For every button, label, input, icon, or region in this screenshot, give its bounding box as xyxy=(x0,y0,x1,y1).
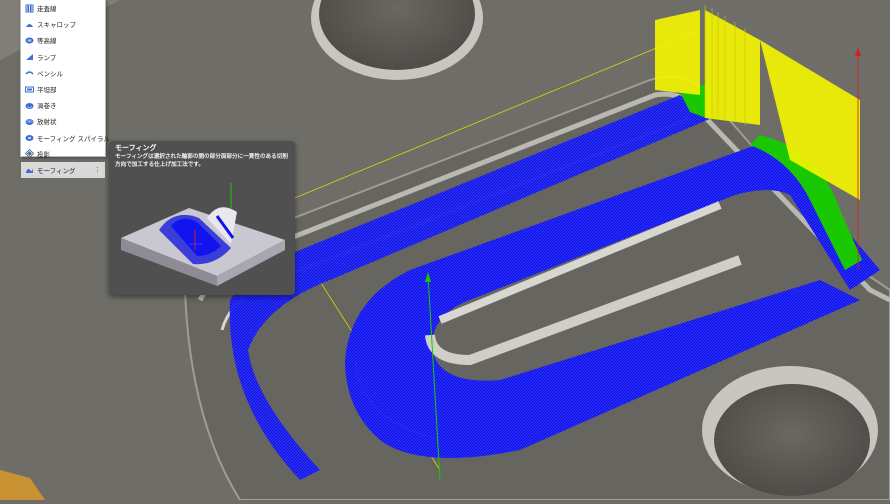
menu-item-label: 平坦部 xyxy=(37,86,57,95)
parallel-icon xyxy=(25,4,34,13)
more-options-icon[interactable]: ⋮ xyxy=(94,166,101,174)
pencil-icon xyxy=(25,71,34,75)
strategy-menu[interactable]: 走査線 スキャロップ 等高線 ランプ ペンシル 平坦部 渦巻き 放射状 モーフィ… xyxy=(20,0,110,179)
contour-icon xyxy=(25,37,34,44)
menu-item-parallel[interactable]: 走査線 xyxy=(21,0,105,16)
menu-item-label: モーフィング xyxy=(37,166,76,175)
radial-icon xyxy=(25,118,34,125)
menu-item-label: 走査線 xyxy=(37,5,57,14)
tooltip-description: モーフィングは選択された輪郭の間の部分面部分に一貫性のある切削方向で加工する仕上… xyxy=(115,154,288,168)
menu-item-label: 放射状 xyxy=(37,118,57,127)
menu-item-spiral[interactable]: 渦巻き xyxy=(21,97,105,113)
tooltip-title: モーフィング xyxy=(115,144,157,152)
menu-item-contour[interactable]: 等高線 xyxy=(21,32,105,48)
menu-item-ramp[interactable]: ランプ xyxy=(21,49,105,65)
menu-item-label: ランプ xyxy=(37,53,57,62)
menu-item-label: スキャロップ xyxy=(37,21,76,30)
scallop-icon xyxy=(26,23,33,27)
menu-item-label: 渦巻き xyxy=(37,102,57,111)
menu-item-project[interactable]: 投影 xyxy=(21,146,105,162)
menu-item-morphed-spiral[interactable]: モーフィング スパイラル xyxy=(21,130,110,146)
menu-item-label: ペンシル xyxy=(37,69,63,78)
menu-item-label: 投影 xyxy=(37,150,50,159)
menu-item-radial[interactable]: 放射状 xyxy=(21,113,105,129)
project-icon xyxy=(25,149,34,159)
morphed-spiral-icon xyxy=(25,135,34,142)
strategy-tooltip: モーフィング モーフィングは選択された輪郭の間の部分面部分に一貫性のある切削方向… xyxy=(109,141,295,295)
menu-item-flat[interactable]: 平坦部 xyxy=(21,81,105,97)
menu-item-label: 等高線 xyxy=(37,37,57,46)
menu-item-morph[interactable]: モーフィング ⋮ xyxy=(21,161,105,179)
flat-icon xyxy=(25,86,34,93)
spiral-icon xyxy=(25,102,34,109)
ramp-icon xyxy=(26,54,33,61)
menu-item-label: モーフィング スパイラル xyxy=(37,134,111,143)
menu-item-pencil[interactable]: ペンシル xyxy=(21,65,105,81)
menu-item-scallop[interactable]: スキャロップ xyxy=(21,16,105,32)
tooltip-preview-image xyxy=(121,183,285,286)
morph-icon xyxy=(26,168,33,174)
